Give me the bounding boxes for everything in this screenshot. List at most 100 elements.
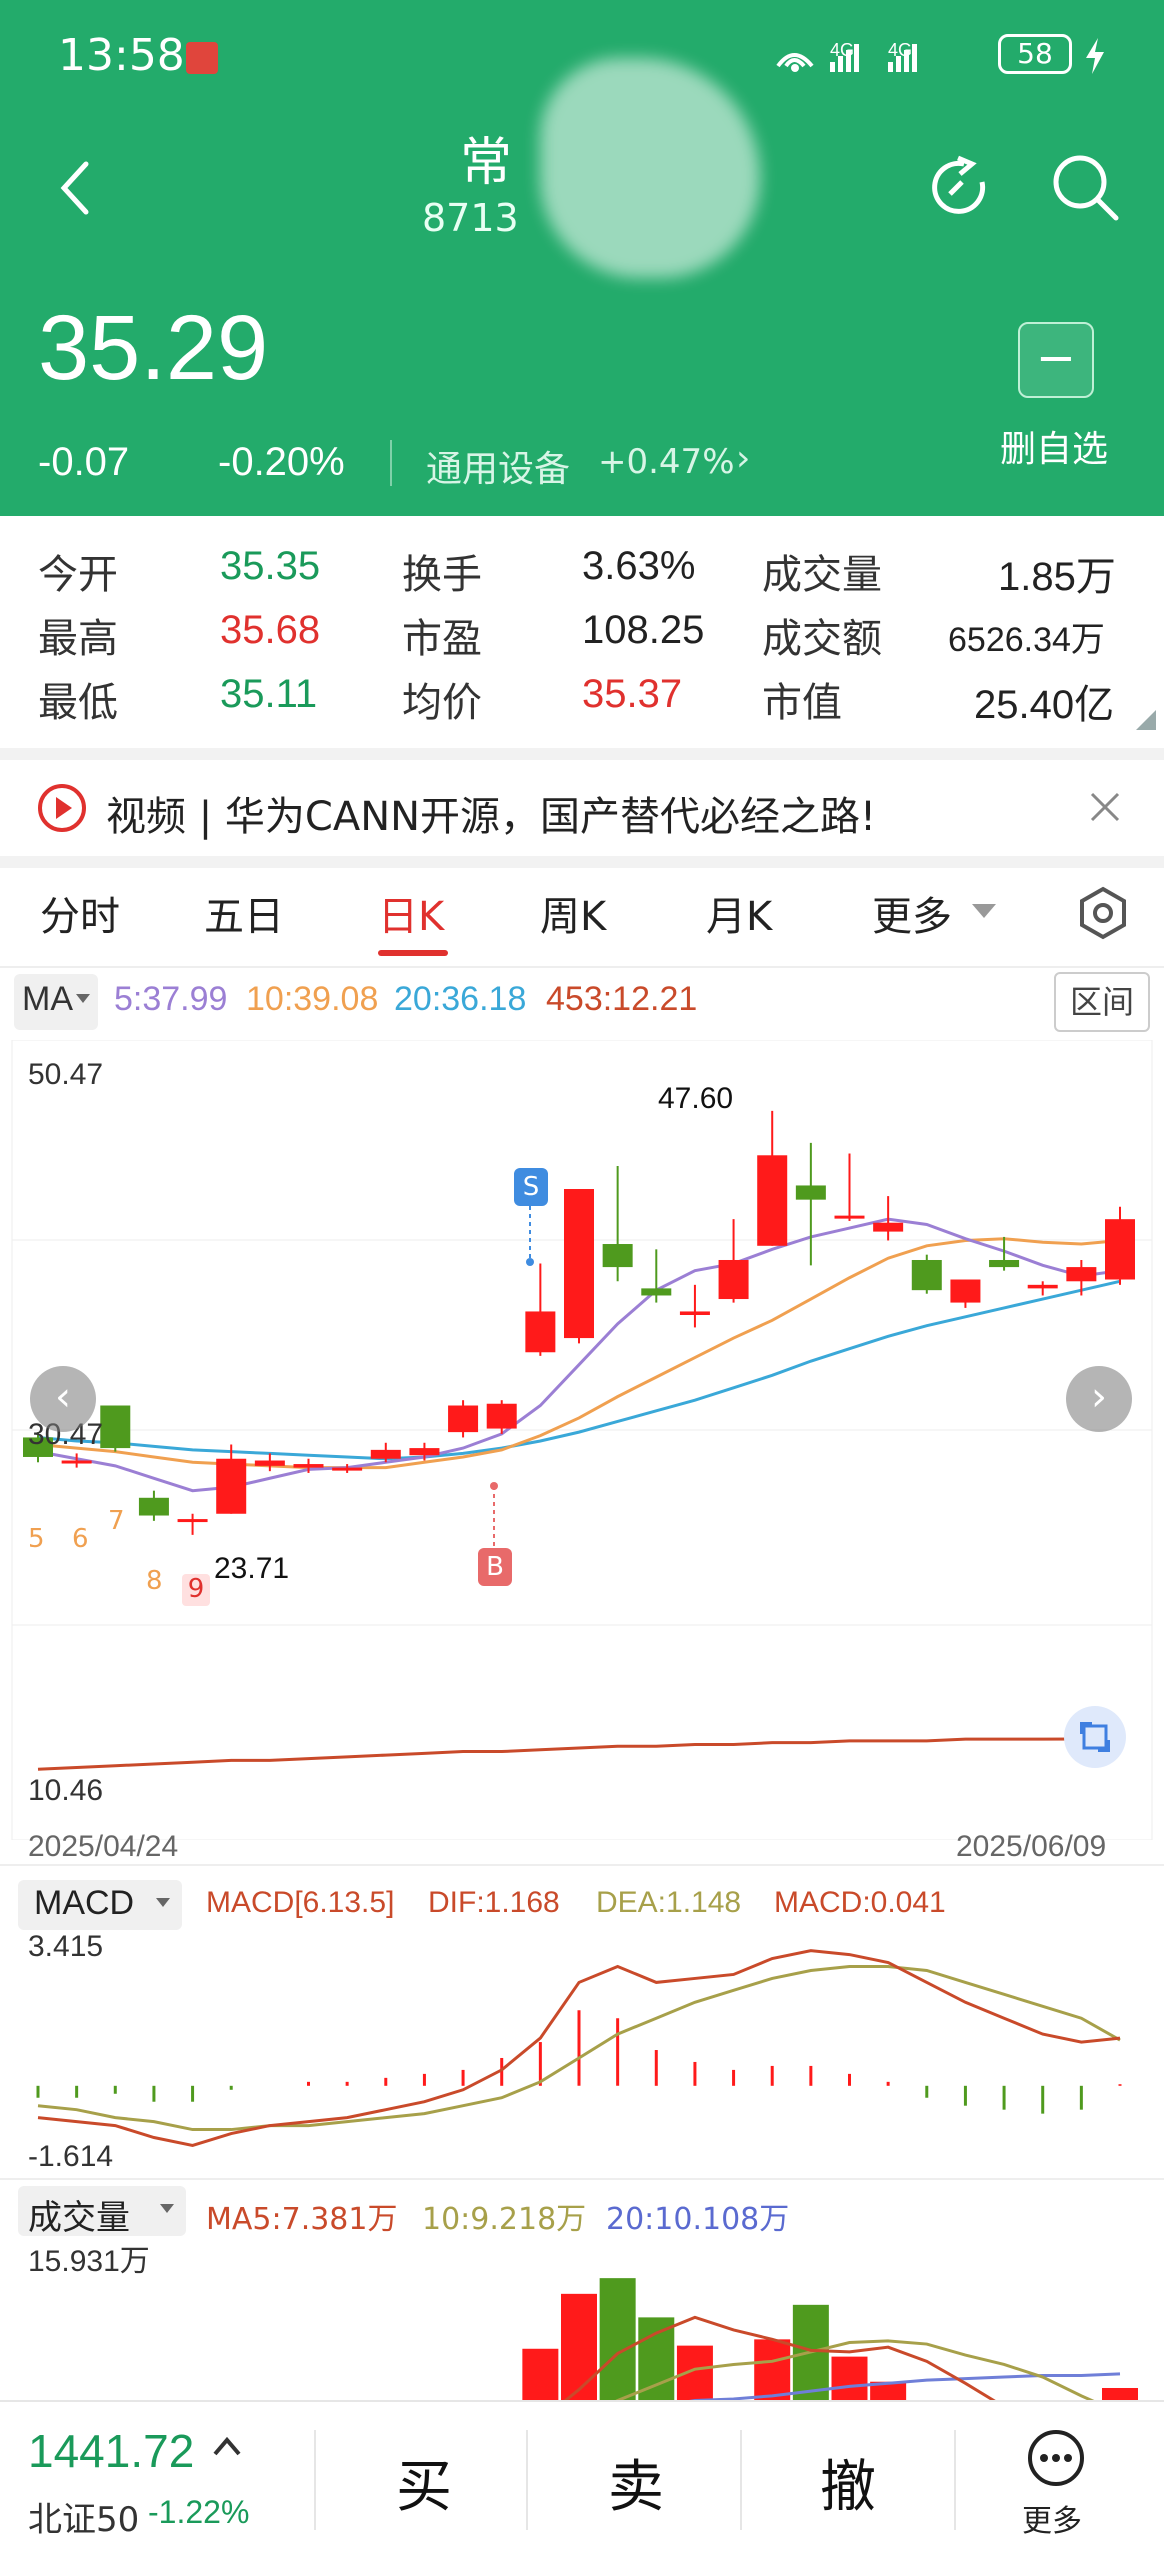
macd-chart[interactable] — [0, 1930, 1164, 2180]
candle-body — [1105, 1219, 1135, 1280]
candle-body — [718, 1259, 749, 1300]
cancel-order-button[interactable]: 撤 — [820, 2442, 876, 2523]
stat-label: 均价 — [402, 680, 482, 726]
charging-icon — [1086, 38, 1104, 74]
candle-body — [564, 1189, 594, 1339]
candle-body — [873, 1222, 904, 1232]
volume-chart[interactable] — [0, 2236, 1164, 2400]
tab-more[interactable]: 更多 — [872, 884, 952, 942]
volume-bar — [1102, 2387, 1138, 2400]
count-marker: 5 — [28, 1524, 45, 1554]
signal-icons: 4G 4G — [776, 40, 917, 72]
candle-body — [293, 1464, 324, 1468]
divider — [740, 2430, 742, 2530]
scroll-left-button[interactable]: ‹ — [30, 1366, 96, 1432]
stat-label: 今开 — [38, 552, 118, 598]
stat-value: 35.35 — [220, 544, 321, 588]
vol-ma5: MA5:7.381万 — [206, 2202, 398, 2237]
search-icon[interactable] — [1050, 152, 1122, 224]
sell-signal-badge[interactable]: S — [514, 1168, 548, 1206]
sell-signal-dotted-line — [526, 1206, 534, 1266]
back-arrow-icon[interactable] — [56, 158, 96, 218]
tab-weekly-k[interactable]: 周K — [540, 884, 606, 942]
remove-watchlist-label[interactable]: 删自选 — [1000, 420, 1108, 472]
more-dots-icon[interactable] — [1026, 2428, 1086, 2488]
stat-value: 3.63% — [582, 544, 696, 588]
candle-body — [370, 1449, 401, 1459]
ma-selector-label[interactable]: MA — [22, 980, 73, 1019]
stat-value: 6526.34万 — [948, 621, 1105, 659]
fullscreen-button[interactable] — [1064, 1706, 1126, 1768]
tab-daily-k[interactable]: 日K — [378, 884, 444, 942]
close-icon[interactable] — [1088, 790, 1122, 824]
buy-button[interactable]: 买 — [396, 2442, 452, 2523]
candle-body — [448, 1405, 479, 1433]
kline-chart[interactable] — [0, 1040, 1164, 1840]
macd-dif: DIF:1.168 — [428, 1886, 560, 1919]
ma5-value: 5:37.99 — [114, 980, 228, 1018]
candle-body — [216, 1458, 247, 1514]
scroll-right-button[interactable]: › — [1066, 1366, 1132, 1432]
stat-label: 最低 — [38, 680, 118, 726]
more-label[interactable]: 更多 — [1022, 2496, 1082, 2540]
ma-dropdown-icon[interactable] — [76, 994, 90, 1004]
stat-label: 成交量 — [762, 552, 882, 598]
buy-signal-badge[interactable]: B — [478, 1548, 512, 1586]
refresh-share-icon[interactable] — [928, 154, 998, 224]
banner-text[interactable]: 视频 | 华为CANN开源，国产替代必经之路! — [106, 784, 876, 842]
volume-bar — [561, 2293, 597, 2400]
macd-dropdown-icon[interactable] — [156, 1898, 170, 1908]
redacted-scribble — [540, 58, 760, 278]
candle-body — [795, 1185, 826, 1200]
candle-body — [61, 1460, 92, 1464]
chevron-up-icon[interactable] — [212, 2434, 242, 2458]
candle-body — [100, 1405, 131, 1449]
count-marker: 9 — [182, 1574, 210, 1606]
date-end: 2025/06/09 — [956, 1830, 1107, 1863]
fullscreen-icon[interactable] — [1064, 1706, 1126, 1768]
volume-bar — [831, 2356, 868, 2400]
active-tab-indicator — [378, 950, 448, 956]
macd-dea: DEA:1.148 — [596, 1886, 742, 1919]
industry-change-pct[interactable]: +0.47% — [598, 442, 735, 482]
stat-value: 108.25 — [582, 608, 705, 652]
count-marker: 7 — [108, 1506, 125, 1536]
date-start: 2025/04/24 — [28, 1830, 179, 1863]
price-change: -0.07 — [38, 440, 130, 484]
stat-value: 35.37 — [582, 672, 683, 716]
range-button[interactable]: 区间 — [1054, 972, 1150, 1032]
candle-body — [486, 1403, 517, 1429]
candle-body — [138, 1497, 169, 1516]
candle-body — [602, 1244, 633, 1268]
tab-intraday[interactable]: 分时 — [40, 884, 120, 942]
video-play-icon — [38, 784, 86, 832]
volume-dropdown-icon[interactable] — [160, 2204, 174, 2214]
divider — [526, 2430, 528, 2530]
bottom-trade-bar: 1441.72 北证50 -1.22% 买 卖 撤 更多 — [0, 2400, 1164, 2562]
candle-body — [525, 1311, 556, 1353]
index-name[interactable]: 北证50 — [28, 2492, 139, 2541]
notification-icon — [186, 42, 218, 74]
industry-link[interactable]: 通用设备 — [426, 440, 570, 492]
macd-selector-label[interactable]: MACD — [34, 1884, 134, 1923]
volume-bar — [754, 2339, 791, 2400]
high-label: 47.60 — [658, 1082, 734, 1115]
ma453-value: 453:12.21 — [546, 980, 698, 1018]
candle-body — [911, 1259, 942, 1291]
settings-hexagon-icon[interactable] — [1076, 886, 1130, 940]
stock-header: 13:58 4G 4G 58 常 8713 35.29 -0.07 -0.20%… — [0, 0, 1164, 516]
expand-corner-icon[interactable] — [1136, 710, 1156, 730]
volume-selector-label[interactable]: 成交量 — [28, 2190, 130, 2239]
remove-watchlist-button[interactable]: − — [1018, 322, 1094, 398]
tab-monthly-k[interactable]: 月K — [706, 884, 772, 942]
news-banner[interactable]: 视频 | 华为CANN开源，国产替代必经之路! — [0, 748, 1164, 868]
divider — [314, 2430, 316, 2530]
candle-body — [332, 1467, 363, 1471]
macd-value: MACD:0.041 — [774, 1886, 946, 1919]
chevron-right-icon[interactable]: › — [736, 438, 750, 479]
index-value[interactable]: 1441.72 — [28, 2424, 194, 2478]
tab-five-day[interactable]: 五日 — [204, 884, 284, 942]
sell-button[interactable]: 卖 — [608, 2442, 664, 2523]
status-time: 13:58 — [58, 30, 185, 81]
dropdown-arrow-icon[interactable] — [972, 904, 996, 920]
